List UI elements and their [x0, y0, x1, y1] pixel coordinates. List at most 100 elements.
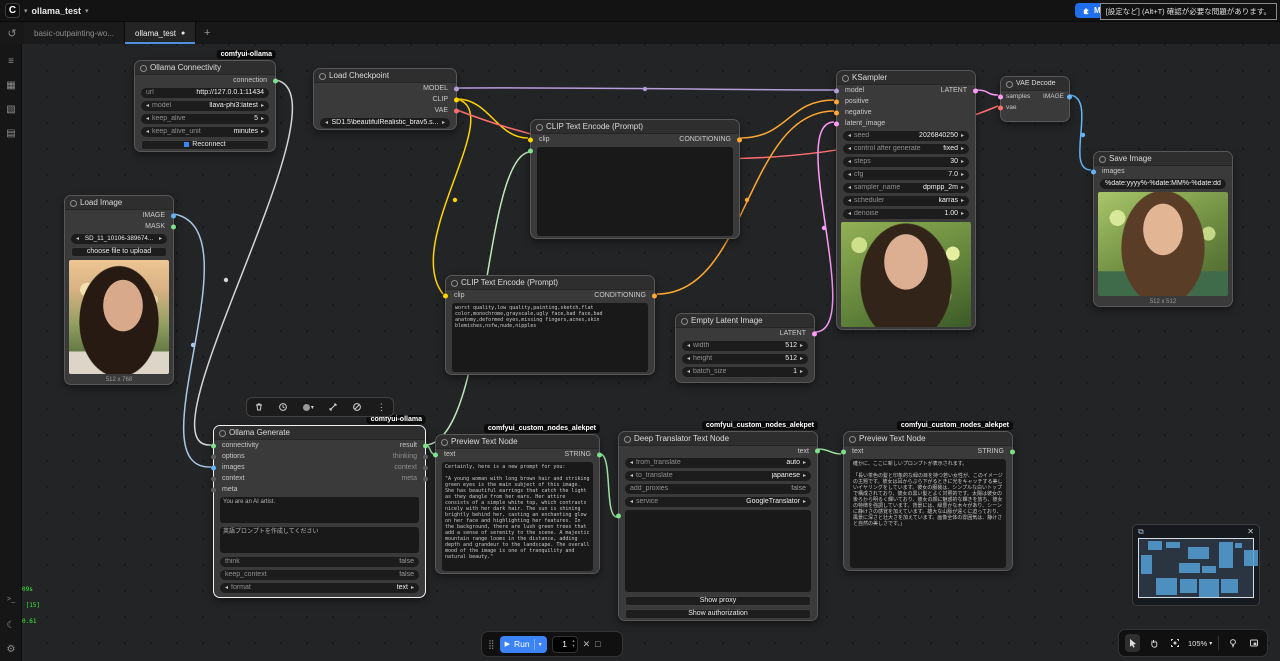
workflows-icon[interactable]: ▤: [0, 128, 22, 139]
chevron-down-icon[interactable]: ▾: [85, 7, 89, 15]
collapse-icon[interactable]: [328, 402, 338, 412]
widget-keep-alive[interactable]: keep_alive5: [141, 114, 269, 124]
widget-control-after-generate[interactable]: control after generatefixed: [843, 144, 969, 154]
output-slot-model[interactable]: [454, 86, 459, 91]
theme-icon[interactable]: ☾: [0, 620, 22, 631]
node-ksampler[interactable]: KSampler model LATENT positive negative …: [836, 70, 976, 330]
run-button[interactable]: ▶ Run ▾: [500, 636, 547, 653]
widget-height[interactable]: height512: [682, 354, 808, 364]
output-slot-string[interactable]: [1010, 449, 1015, 454]
input-slot-options[interactable]: [211, 454, 216, 459]
minimap-body[interactable]: [1138, 538, 1254, 598]
workflow-name[interactable]: ollama_test: [32, 6, 82, 16]
show-proxy-button[interactable]: Show proxy: [625, 596, 811, 606]
node-clip-text-encode-positive[interactable]: CLIP Text Encode (Prompt) clip CONDITION…: [530, 119, 740, 239]
decrement-icon[interactable]: ▾: [572, 643, 574, 648]
model-library-icon[interactable]: ▧: [0, 104, 22, 115]
output-slot-mask[interactable]: [171, 224, 176, 229]
input-slot-images[interactable]: [1091, 169, 1096, 174]
node-preview-text-2[interactable]: Preview Text Node text STRING 確かに、ここに新しい…: [843, 431, 1013, 571]
prompt-textarea[interactable]: worst quality,low quality,painting,sketc…: [452, 303, 648, 372]
input-slot-latent-image[interactable]: [834, 121, 839, 126]
queue-icon[interactable]: ≡: [0, 56, 22, 67]
new-tab-button[interactable]: +: [196, 22, 218, 44]
widget-service[interactable]: serviceGoogleTranslator: [625, 497, 811, 507]
comfyui-logo[interactable]: C: [5, 3, 20, 18]
node-clip-text-encode-negative[interactable]: CLIP Text Encode (Prompt) clip CONDITION…: [445, 275, 655, 375]
node-header[interactable]: Ollama Connectivity: [135, 61, 275, 75]
widget-from-translate[interactable]: from_translateauto: [625, 458, 811, 468]
input-slot-meta[interactable]: [211, 487, 216, 492]
input-slot-text[interactable]: [528, 149, 533, 154]
output-slot-text[interactable]: [815, 449, 820, 454]
widget-scheduler[interactable]: schedulerkarras: [843, 196, 969, 206]
node-header[interactable]: Preview Text Node: [436, 435, 599, 449]
output-slot-thinking[interactable]: [423, 454, 428, 459]
prompt-textarea[interactable]: 英語プロンプトを作成してください: [220, 527, 419, 553]
widget-sampler-name[interactable]: sampler_namedpmpp_2m: [843, 183, 969, 193]
node-preview-text-1[interactable]: Preview Text Node text STRING Certainly,…: [435, 434, 600, 574]
reconnect-button[interactable]: Reconnect: [141, 140, 269, 150]
node-header[interactable]: CLIP Text Encode (Prompt): [531, 120, 739, 134]
widget-ckpt-name[interactable]: SD1.5\beautifulRealistic_brav5.s...: [320, 118, 450, 128]
link-visibility-button[interactable]: [1225, 634, 1240, 652]
loaded-image-preview[interactable]: [69, 260, 169, 374]
input-slot-text[interactable]: [841, 449, 846, 454]
terminal-icon[interactable]: >_: [0, 596, 22, 603]
widget-keep-context[interactable]: keep_contextfalse: [220, 570, 419, 580]
widget-add-proxies[interactable]: add_proxiesfalse: [625, 484, 811, 494]
minimap-toggle-button[interactable]: [1246, 634, 1261, 652]
chevron-down-icon[interactable]: ▾: [539, 641, 542, 648]
delete-icon[interactable]: [254, 402, 264, 412]
node-header[interactable]: Deep Translator Text Node: [619, 432, 817, 446]
node-deep-translator[interactable]: Deep Translator Text Node text from_tran…: [618, 431, 818, 621]
preview-text-content[interactable]: 確かに、ここに新しいプロンプトが表示されます。 「長い茶色の髪と印象的な緑の目を…: [850, 459, 1006, 568]
output-slot-connection[interactable]: [273, 78, 278, 83]
node-header[interactable]: KSampler: [837, 71, 975, 85]
chevron-down-icon[interactable]: ▾: [24, 7, 28, 15]
node-header[interactable]: Save Image: [1094, 152, 1232, 166]
stop-icon[interactable]: □: [595, 639, 600, 649]
widget-image-file[interactable]: SD_11_10106-389674...: [71, 234, 167, 244]
node-library-icon[interactable]: ▦: [0, 80, 22, 91]
node-ollama-generate[interactable]: Ollama Generate connectivity result opti…: [213, 425, 426, 598]
node-ollama-connectivity[interactable]: Ollama Connectivity connection urlhttp:/…: [134, 60, 276, 152]
history-icon[interactable]: ↺: [0, 22, 24, 44]
output-slot-conditioning[interactable]: [652, 293, 657, 298]
pan-tool-button[interactable]: [1146, 634, 1161, 652]
tab-ollama-test[interactable]: ollama_test ●: [125, 22, 196, 44]
input-slot-images[interactable]: [211, 465, 216, 470]
widget-to-translate[interactable]: to_translatejapanese: [625, 471, 811, 481]
system-prompt-textarea[interactable]: You are an AI artist.: [220, 497, 419, 523]
saved-image-preview[interactable]: [1098, 192, 1228, 296]
widget-batch-size[interactable]: batch_size1: [682, 367, 808, 377]
tab-basic-outpainting[interactable]: basic-outpainting-wo...: [24, 22, 125, 44]
zoom-level-dropdown[interactable]: 105% ▾: [1188, 639, 1212, 648]
bypass-icon[interactable]: [352, 402, 362, 412]
node-header[interactable]: CLIP Text Encode (Prompt): [446, 276, 654, 290]
widget-denoise[interactable]: denoise1.00: [843, 209, 969, 219]
node-header[interactable]: Ollama Generate: [214, 426, 425, 440]
show-authorization-button[interactable]: Show authorization: [625, 609, 811, 619]
node-header[interactable]: VAE Decode: [1001, 77, 1069, 91]
input-slot-clip[interactable]: [443, 293, 448, 298]
select-tool-button[interactable]: [1125, 634, 1140, 652]
node-header[interactable]: Empty Latent Image: [676, 314, 814, 328]
input-slot-context[interactable]: [211, 476, 216, 481]
fit-view-button[interactable]: [1167, 634, 1182, 652]
input-slot-samples[interactable]: [998, 94, 1003, 99]
output-slot-meta[interactable]: [423, 476, 428, 481]
input-slot-vae[interactable]: [998, 105, 1003, 110]
node-header[interactable]: Load Checkpoint: [314, 69, 456, 83]
node-load-checkpoint[interactable]: Load Checkpoint MODEL CLIP VAE SD1.5\bea…: [313, 68, 457, 130]
input-slot-connectivity[interactable]: [211, 443, 216, 448]
color-picker-icon[interactable]: ▾: [303, 404, 314, 411]
node-header[interactable]: Preview Text Node: [844, 432, 1012, 446]
widget-cfg[interactable]: cfg7.0: [843, 170, 969, 180]
preview-text-content[interactable]: Certainly, here is a new prompt for you:…: [442, 462, 593, 571]
widget-url[interactable]: urlhttp://127.0.0.1:11434: [141, 88, 269, 98]
widget-width[interactable]: width512: [682, 341, 808, 351]
widget-seed[interactable]: seed2026840250: [843, 131, 969, 141]
widget-think[interactable]: thinkfalse: [220, 557, 419, 567]
refresh-icon[interactable]: [278, 402, 288, 412]
